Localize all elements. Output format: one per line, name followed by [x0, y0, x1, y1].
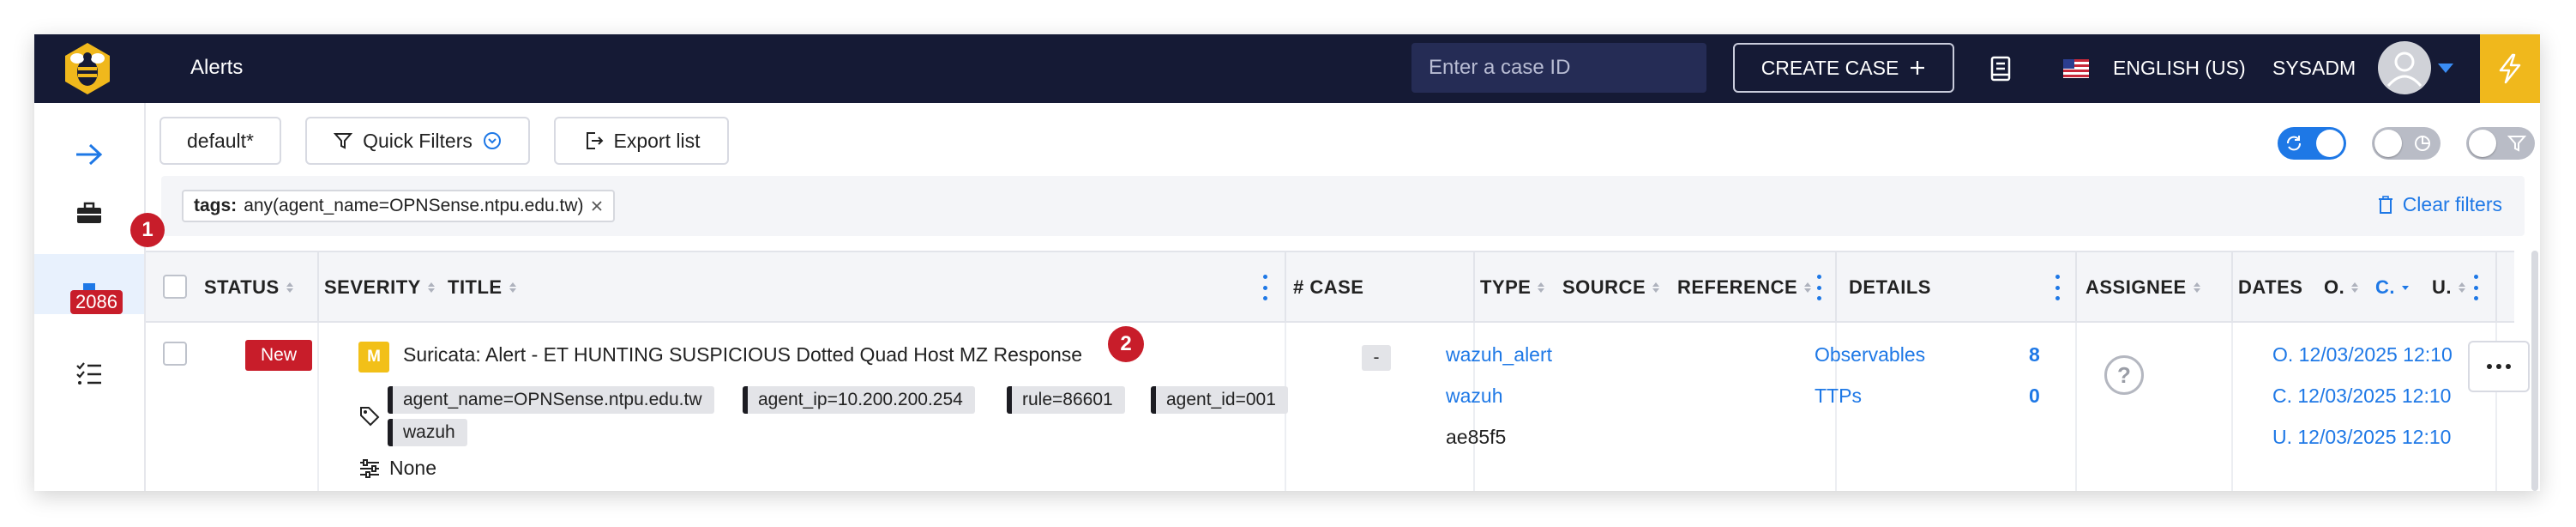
alerts-count-badge: 2086 — [70, 290, 123, 314]
sort-occurred[interactable]: O. — [2324, 252, 2359, 323]
filter-value: any(agent_name=OPNSense.ntpu.edu.tw) — [244, 196, 584, 215]
row-select-checkbox[interactable] — [163, 342, 187, 366]
language-selector[interactable]: ENGLISH (US) — [2113, 57, 2246, 80]
column-title[interactable]: TITLE — [448, 252, 516, 323]
tag-item[interactable]: wazuh — [388, 419, 467, 446]
bolt-button[interactable] — [2480, 34, 2540, 103]
reference-value: ae85f5 — [1446, 426, 1507, 448]
funnel-icon — [334, 133, 353, 149]
column-source[interactable]: SOURCE — [1562, 252, 1660, 323]
column-type[interactable]: TYPE — [1480, 252, 1545, 323]
date-occurred: O. 12/03/2025 12:10 — [2272, 343, 2453, 366]
filters-toggle[interactable] — [2466, 127, 2535, 160]
select-all-checkbox[interactable] — [163, 275, 187, 299]
refresh-icon — [2287, 136, 2301, 151]
app-window: Alerts CREATE CASE — [34, 34, 2540, 491]
status-badge: New — [245, 340, 312, 371]
question-icon[interactable]: ? — [2104, 355, 2144, 395]
page-title: Alerts — [190, 56, 244, 79]
auto-refresh-toggle[interactable] — [2278, 127, 2346, 160]
clear-filters-label: Clear filters — [2402, 193, 2502, 215]
column-assignee[interactable]: ASSIGNEE — [2085, 252, 2200, 323]
observables-link[interactable]: Observables — [1815, 343, 1925, 366]
column-status[interactable]: STATUS — [204, 252, 293, 323]
case-id-input[interactable] — [1429, 51, 1694, 85]
briefcase-icon — [77, 202, 101, 223]
chevron-circle-icon — [483, 132, 501, 149]
sort-created[interactable]: C. — [2375, 252, 2409, 323]
sort-updated[interactable]: U. — [2432, 252, 2465, 323]
view-selector-button[interactable]: default* — [159, 117, 281, 165]
clear-filters-link[interactable]: Clear filters — [2377, 193, 2502, 216]
tag-item[interactable]: rule=86601 — [1007, 386, 1125, 414]
table-scrollbar[interactable] — [2531, 251, 2538, 491]
export-list-label: Export list — [613, 129, 701, 152]
type-link[interactable]: wazuh_alert — [1446, 343, 1552, 366]
user-avatar-icon[interactable] — [2378, 41, 2431, 94]
case-number: - — [1362, 345, 1391, 371]
type-column-menu[interactable] — [1816, 275, 1821, 300]
dates-column-menu[interactable] — [2473, 275, 2478, 300]
ttps-count: 0 — [2029, 385, 2040, 407]
export-list-button[interactable]: Export list — [554, 117, 729, 165]
export-icon — [586, 132, 603, 149]
date-created: C. 12/03/2025 12:10 — [2272, 385, 2452, 407]
custom-fields-value: None — [389, 457, 436, 479]
create-case-label: CREATE CASE — [1760, 56, 1899, 79]
filter-icon — [2507, 136, 2526, 152]
active-filters-bar: tags: any(agent_name=OPNSense.ntpu.edu.t… — [161, 176, 2525, 236]
bolt-icon — [2499, 53, 2521, 84]
tag-item[interactable]: agent_ip=10.200.200.254 — [743, 386, 975, 414]
column-severity[interactable]: SEVERITY — [324, 252, 435, 323]
filter-key: tags: — [194, 196, 238, 215]
tag-item[interactable]: agent_name=OPNSense.ntpu.edu.tw — [388, 386, 714, 414]
column-reference[interactable]: REFERENCE — [1677, 252, 1812, 323]
step-marker-2: 2 — [1108, 326, 1144, 362]
filter-chip[interactable]: tags: any(agent_name=OPNSense.ntpu.edu.t… — [182, 190, 615, 222]
view-label: default* — [186, 129, 254, 152]
tag-icon — [360, 407, 380, 427]
more-icon[interactable] — [2468, 341, 2530, 392]
quick-filters-button[interactable]: Quick Filters — [305, 117, 530, 165]
sliders-icon — [360, 459, 379, 478]
date-updated: U. 12/03/2025 12:10 — [2272, 426, 2452, 448]
username-label: SYSADM — [2272, 57, 2356, 79]
step-marker-1: 1 — [130, 213, 165, 247]
details-column-menu[interactable] — [2055, 275, 2060, 300]
quick-filters-label: Quick Filters — [363, 129, 472, 152]
sidebar: 2086 — [34, 103, 146, 491]
sidebar-item-cases[interactable] — [34, 183, 144, 243]
us-flag-icon[interactable] — [2063, 59, 2089, 78]
trash-icon — [2378, 195, 2392, 214]
bee-logo-icon[interactable] — [60, 41, 115, 96]
book-icon[interactable] — [1987, 55, 2014, 82]
title-column-menu[interactable] — [1262, 275, 1267, 300]
sidebar-item-tasks[interactable] — [34, 343, 144, 403]
column-case: # CASE — [1293, 276, 1364, 298]
case-search — [1411, 43, 1706, 93]
column-details: DETAILS — [1849, 276, 1931, 298]
arrow-right-icon — [76, 143, 103, 166]
close-icon[interactable] — [591, 200, 603, 212]
ttps-link[interactable]: TTPs — [1815, 385, 1862, 408]
alert-title-link[interactable]: Suricata: Alert - ET HUNTING SUSPICIOUS … — [403, 343, 1082, 366]
top-bar: Alerts CREATE CASE — [34, 34, 2540, 103]
tasks-icon — [76, 362, 101, 385]
column-dates: DATES — [2238, 276, 2303, 298]
observables-count: 8 — [2029, 343, 2040, 366]
pie-chart-icon — [2415, 136, 2430, 151]
tag-item[interactable]: agent_id=001 — [1151, 386, 1288, 414]
chevron-down-icon[interactable] — [2438, 64, 2453, 73]
table-header: STATUS SEVERITY TITLE # CASE TYPE SOURCE… — [146, 251, 2514, 323]
stats-toggle[interactable] — [2372, 127, 2441, 160]
sidebar-expand[interactable] — [34, 124, 144, 185]
severity-badge: M — [358, 342, 389, 373]
create-case-button[interactable]: CREATE CASE — [1733, 43, 1954, 93]
source-link[interactable]: wazuh — [1446, 385, 1502, 408]
plus-icon — [1911, 61, 1925, 75]
